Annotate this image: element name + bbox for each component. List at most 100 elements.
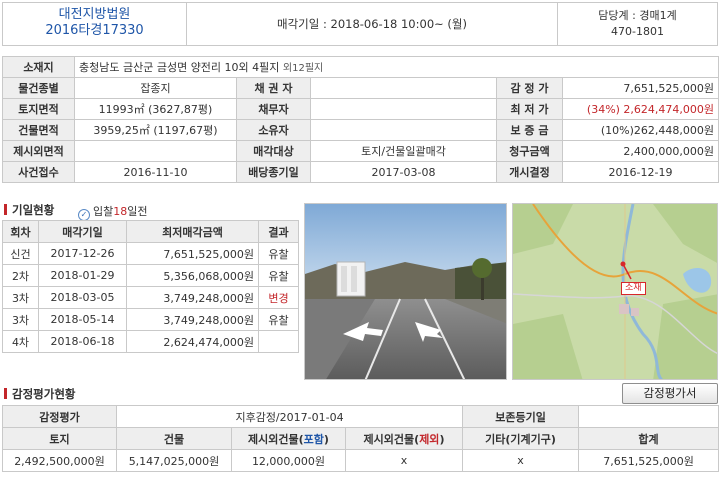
- history-round: 3차: [2, 308, 39, 331]
- case-header: 대전지방법원 2016타경17330 매각기일 : 2018-06-18 10:…: [2, 2, 718, 46]
- history-date: 2017-12-26: [38, 242, 127, 265]
- appraisal-section-title: 감정평가현황: [4, 386, 75, 402]
- court-info: 대전지방법원 2016타경17330: [3, 3, 187, 45]
- history-date: 2018-01-29: [38, 264, 127, 287]
- history-result: 변경: [258, 286, 299, 309]
- appraisal-value: 7,651,525,000원: [561, 77, 720, 99]
- location-map[interactable]: 소재: [512, 203, 718, 380]
- excluded-area-value: [74, 140, 237, 162]
- claim-value: 2,400,000,000원: [561, 140, 720, 162]
- bid-countdown: ✓ 입찰18일전: [78, 203, 148, 221]
- history-date: 2018-06-18: [38, 330, 127, 353]
- history-section-title: 기일현황: [4, 202, 54, 218]
- type-value: 잡종지: [74, 77, 237, 99]
- location-cell: 충청남도 금산군 금성면 양전리 10외 4필지 외12필지: [73, 56, 720, 78]
- table-row: 4차 2018-06-18 2,624,474,000원: [2, 330, 299, 353]
- history-result: 유찰: [258, 242, 299, 265]
- history-date: 2018-03-05: [38, 286, 127, 309]
- creditor-value: [310, 77, 497, 99]
- claim-label: 청구금액: [496, 140, 563, 162]
- debtor-label: 채무자: [236, 98, 311, 120]
- history-result: 유찰: [258, 264, 299, 287]
- type-label: 물건종별: [2, 77, 75, 99]
- location-value: 충청남도 금산군 금성면 양전리 10외 4필지: [79, 61, 280, 74]
- appraisal-label: 감 정 가: [496, 77, 563, 99]
- start-value: 2016-12-19: [561, 161, 720, 183]
- appraisal-header-total: 합계: [578, 427, 720, 450]
- table-row: 3차 2018-05-14 3,749,248,000원 유찰: [2, 308, 299, 331]
- sale-target-label: 매각대상: [236, 140, 311, 162]
- history-price: 7,651,525,000원: [126, 242, 259, 265]
- building-area-value: 3959,25㎡ (1197,67평): [74, 119, 237, 141]
- history-round: 2차: [2, 264, 39, 287]
- excluded-area-label: 제시외면적: [2, 140, 75, 162]
- history-header-result: 결과: [258, 220, 299, 243]
- start-label: 개시결정: [496, 161, 563, 183]
- property-photo-image: [305, 204, 506, 379]
- appraisal-header-excluded: 제시외건물(제외): [344, 427, 464, 450]
- deposit-value: (10%)262,448,000원: [561, 119, 720, 141]
- owner-label: 소유자: [236, 119, 311, 141]
- appraisal-other-value: x: [462, 449, 580, 472]
- sale-target-value: 토지/건물일괄매각: [310, 140, 497, 162]
- auction-history-table: 회차 매각기일 최저매각금액 결과 신건 2017-12-26 7,651,52…: [2, 220, 299, 353]
- min-price-value: (34%) 2,624,474,000원: [561, 98, 720, 120]
- appraisal-basis: 지후감정/2017-01-04: [115, 405, 464, 428]
- registry-date-value: [578, 405, 720, 428]
- received-value: 2016-11-10: [74, 161, 237, 183]
- table-row: 신건 2017-12-26 7,651,525,000원 유찰: [2, 242, 299, 265]
- appraisal-table: 감정평가 지후감정/2017-01-04 보존등기일 토지 건물 제시외건물(포…: [2, 405, 720, 472]
- history-date: 2018-05-14: [38, 308, 127, 331]
- creditor-label: 채 권 자: [236, 77, 311, 99]
- history-round: 3차: [2, 286, 39, 309]
- section-marker: [4, 388, 7, 399]
- min-price-label: 최 저 가: [496, 98, 563, 120]
- section-marker: [4, 204, 7, 215]
- history-header-round: 회차: [2, 220, 39, 243]
- received-label: 사건접수: [2, 161, 75, 183]
- history-round: 4차: [2, 330, 39, 353]
- history-price: 5,356,068,000원: [126, 264, 259, 287]
- table-row: 2,492,500,000원 5,147,025,000원 12,000,000…: [2, 449, 720, 472]
- history-result: [258, 330, 299, 353]
- department-info: 담당계 : 경매1계 470-1801: [557, 3, 717, 45]
- property-info-table: 소재지 충청남도 금산군 금성면 양전리 10외 4필지 외12필지 물건종별 …: [2, 56, 720, 183]
- court-name: 대전지방법원: [58, 7, 131, 22]
- sale-date: 매각기일 : 2018-06-18 10:00~ (월): [277, 17, 467, 31]
- appraisal-land-value: 2,492,500,000원: [2, 449, 117, 472]
- property-photo[interactable]: [304, 203, 507, 380]
- case-number: 2016타경17330: [45, 23, 144, 38]
- map-marker-label: 소재: [621, 282, 646, 295]
- appraisal-header-building: 건물: [116, 427, 232, 450]
- department-label: 담당계 : 경매1계: [598, 9, 677, 22]
- history-round: 신건: [2, 242, 39, 265]
- table-row: 3차 2018-03-05 3,749,248,000원 변경: [2, 286, 299, 309]
- bid-days-remaining: 18: [113, 205, 128, 218]
- history-result: 유찰: [258, 308, 299, 331]
- building-area-label: 건물면적: [2, 119, 75, 141]
- debtor-value: [310, 98, 497, 120]
- land-area-value: 11993㎡ (3627,87평): [74, 98, 237, 120]
- department-phone: 470-1801: [611, 25, 664, 38]
- owner-value: [310, 119, 497, 141]
- deposit-label: 보 증 금: [496, 119, 563, 141]
- appraisal-header-included: 제시외건물(포함): [231, 427, 346, 450]
- appraisal-header-other: 기타(기계기구): [462, 427, 580, 450]
- land-area-label: 토지면적: [2, 98, 75, 120]
- dividend-label: 배당종기일: [236, 161, 311, 183]
- appraisal-report-button[interactable]: 감정평가서: [622, 383, 718, 404]
- appraisal-header-land: 토지: [2, 427, 117, 450]
- history-price: 2,624,474,000원: [126, 330, 259, 353]
- history-price: 3,749,248,000원: [126, 286, 259, 309]
- dividend-value: 2017-03-08: [310, 161, 497, 183]
- history-header-date: 매각기일: [38, 220, 127, 243]
- location-map-image: [513, 204, 717, 379]
- appraisal-label: 감정평가: [2, 405, 117, 428]
- appraisal-included-value: 12,000,000원: [231, 449, 346, 472]
- location-extra: 외12필지: [282, 63, 324, 74]
- appraisal-total-value: 7,651,525,000원: [578, 449, 720, 472]
- location-label: 소재지: [2, 56, 75, 78]
- appraisal-excluded-value: x: [344, 449, 464, 472]
- registry-date-label: 보존등기일: [462, 405, 580, 428]
- table-row: 2차 2018-01-29 5,356,068,000원 유찰: [2, 264, 299, 287]
